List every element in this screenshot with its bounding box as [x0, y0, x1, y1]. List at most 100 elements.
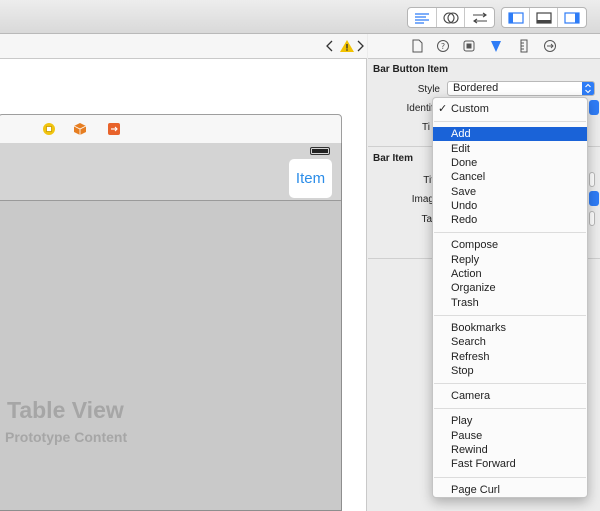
menu-item-label: Trash	[451, 296, 479, 309]
menu-item-label: Undo	[451, 199, 478, 212]
menu-item-add[interactable]: Add	[433, 127, 587, 142]
section-bar-item: Bar Item	[373, 153, 414, 164]
image-popup-edge[interactable]	[589, 191, 599, 206]
view-toggle-control	[501, 7, 587, 28]
menu-item-label: Custom	[451, 103, 489, 115]
table-view-title: Table View	[7, 397, 124, 423]
navigator-toggle-icon	[507, 11, 524, 24]
style-popup[interactable]: Bordered	[447, 81, 595, 96]
menu-item-label: Refresh	[451, 350, 490, 363]
tag-stepper-edge[interactable]	[589, 211, 595, 226]
debug-area-toggle-icon	[535, 11, 552, 24]
standard-editor-button[interactable]	[408, 8, 437, 27]
menu-item-reply[interactable]: Reply	[433, 253, 587, 267]
attributes-inspector-icon[interactable]	[489, 39, 503, 53]
style-popup-value: Bordered	[453, 82, 499, 94]
menu-item-action[interactable]: Action	[433, 267, 587, 281]
menu-item-cancel[interactable]: Cancel	[433, 170, 587, 184]
menu-item-label: Page Curl	[451, 483, 500, 496]
utilities-toggle-icon	[564, 11, 580, 24]
menu-item-redo[interactable]: Redo	[433, 213, 587, 227]
chevron-right-icon[interactable]	[355, 38, 365, 54]
menu-item-label: Save	[451, 185, 477, 198]
menu-item-label: Pause	[451, 429, 483, 442]
menu-item-label: Play	[451, 415, 473, 428]
menu-item-label: Cancel	[451, 171, 486, 184]
menu-item-label: Bookmarks	[451, 321, 507, 334]
menu-separator	[434, 314, 586, 316]
menu-item-label: Organize	[451, 282, 496, 295]
version-editor-icon	[472, 12, 487, 23]
menu-item-organize[interactable]: Organize	[433, 281, 587, 295]
menu-item-rewind[interactable]: Rewind	[433, 443, 587, 457]
standard-editor-icon	[414, 12, 429, 24]
svg-text:?: ?	[441, 42, 445, 51]
utilities-toggle-button[interactable]	[558, 8, 586, 27]
storyboard-canvas[interactable]: Item Table View Prototype Content	[0, 59, 367, 511]
table-view-controller-scene[interactable]: Item Table View Prototype Content	[0, 143, 342, 511]
section-bar-button-item: Bar Button Item	[373, 64, 448, 75]
file-inspector-icon[interactable]	[410, 39, 424, 53]
scene-dock	[0, 114, 342, 144]
menu-item-custom[interactable]: ✓ Custom	[433, 102, 587, 116]
menu-item-trash[interactable]: Trash	[433, 296, 587, 310]
identity-inspector-icon[interactable]	[462, 39, 476, 53]
menu-item-undo[interactable]: Undo	[433, 199, 587, 213]
menu-item-search[interactable]: Search	[433, 335, 587, 349]
tag-label: Ta	[421, 214, 432, 225]
tint-label: Ti	[422, 122, 430, 133]
chevron-left-icon[interactable]	[323, 38, 337, 54]
menu-item-label: Done	[451, 156, 478, 169]
menu-item-stop[interactable]: Stop	[433, 364, 587, 378]
bar-button-item[interactable]: Item	[289, 159, 332, 198]
menu-item-fast-forward[interactable]: Fast Forward	[433, 457, 587, 471]
battery-icon	[310, 147, 330, 155]
menu-item-edit[interactable]: Edit	[433, 142, 587, 156]
window-toolbar	[0, 0, 600, 34]
menu-item-label: Fast Forward	[451, 458, 516, 471]
table-view-subtitle: Prototype Content	[5, 429, 128, 445]
menu-item-play[interactable]: Play	[433, 414, 587, 428]
menu-item-compose[interactable]: Compose	[433, 238, 587, 252]
title-field-edge[interactable]	[589, 172, 595, 187]
menu-item-label: Reply	[451, 253, 480, 266]
quick-help-icon[interactable]: ?	[436, 39, 450, 53]
inspector-tab-bar: ?	[368, 34, 600, 59]
menu-item-save[interactable]: Save	[433, 185, 587, 199]
menu-item-refresh[interactable]: Refresh	[433, 350, 587, 364]
identifier-popup-edge[interactable]	[589, 100, 599, 115]
menu-item-label: Search	[451, 336, 486, 349]
editor-jump-bar	[0, 34, 367, 59]
menu-item-label: Compose	[451, 239, 499, 252]
menu-item-label: Redo	[451, 214, 478, 227]
menu-item-label: Stop	[451, 364, 474, 377]
identifier-dropdown-menu: ✓ Custom Add Edit Done Cancel Save Undo Redo Comp…	[432, 97, 588, 498]
view-controller-icon[interactable]	[42, 122, 56, 136]
menu-separator	[434, 232, 586, 234]
image-label: Imag	[411, 194, 434, 205]
exit-icon[interactable]	[107, 122, 121, 136]
debug-area-toggle-button[interactable]	[530, 8, 558, 27]
menu-item-bookmarks[interactable]: Bookmarks	[433, 321, 587, 335]
bar-button-item-label: Item	[295, 170, 326, 187]
menu-item-page-curl[interactable]: Page Curl	[433, 483, 587, 497]
popup-arrows-icon	[582, 82, 594, 95]
style-label: Style	[417, 84, 440, 95]
menu-item-label: Action	[451, 268, 482, 280]
menu-item-done[interactable]: Done	[433, 156, 587, 170]
first-responder-icon[interactable]	[73, 122, 87, 136]
connections-inspector-icon[interactable]	[543, 39, 557, 53]
menu-separator	[434, 408, 586, 410]
editor-mode-control	[407, 7, 495, 28]
size-inspector-icon[interactable]	[517, 39, 531, 53]
menu-item-pause[interactable]: Pause	[433, 429, 587, 443]
menu-separator	[434, 476, 586, 478]
menu-item-camera[interactable]: Camera	[433, 389, 587, 403]
navigation-bar[interactable]: Item	[0, 143, 341, 201]
warning-icon[interactable]	[339, 38, 355, 54]
version-editor-button[interactable]	[465, 8, 494, 27]
navigator-toggle-button[interactable]	[502, 8, 530, 27]
assistant-editor-button[interactable]	[437, 8, 466, 27]
menu-item-label: Edit	[451, 142, 470, 155]
menu-separator	[434, 383, 586, 385]
